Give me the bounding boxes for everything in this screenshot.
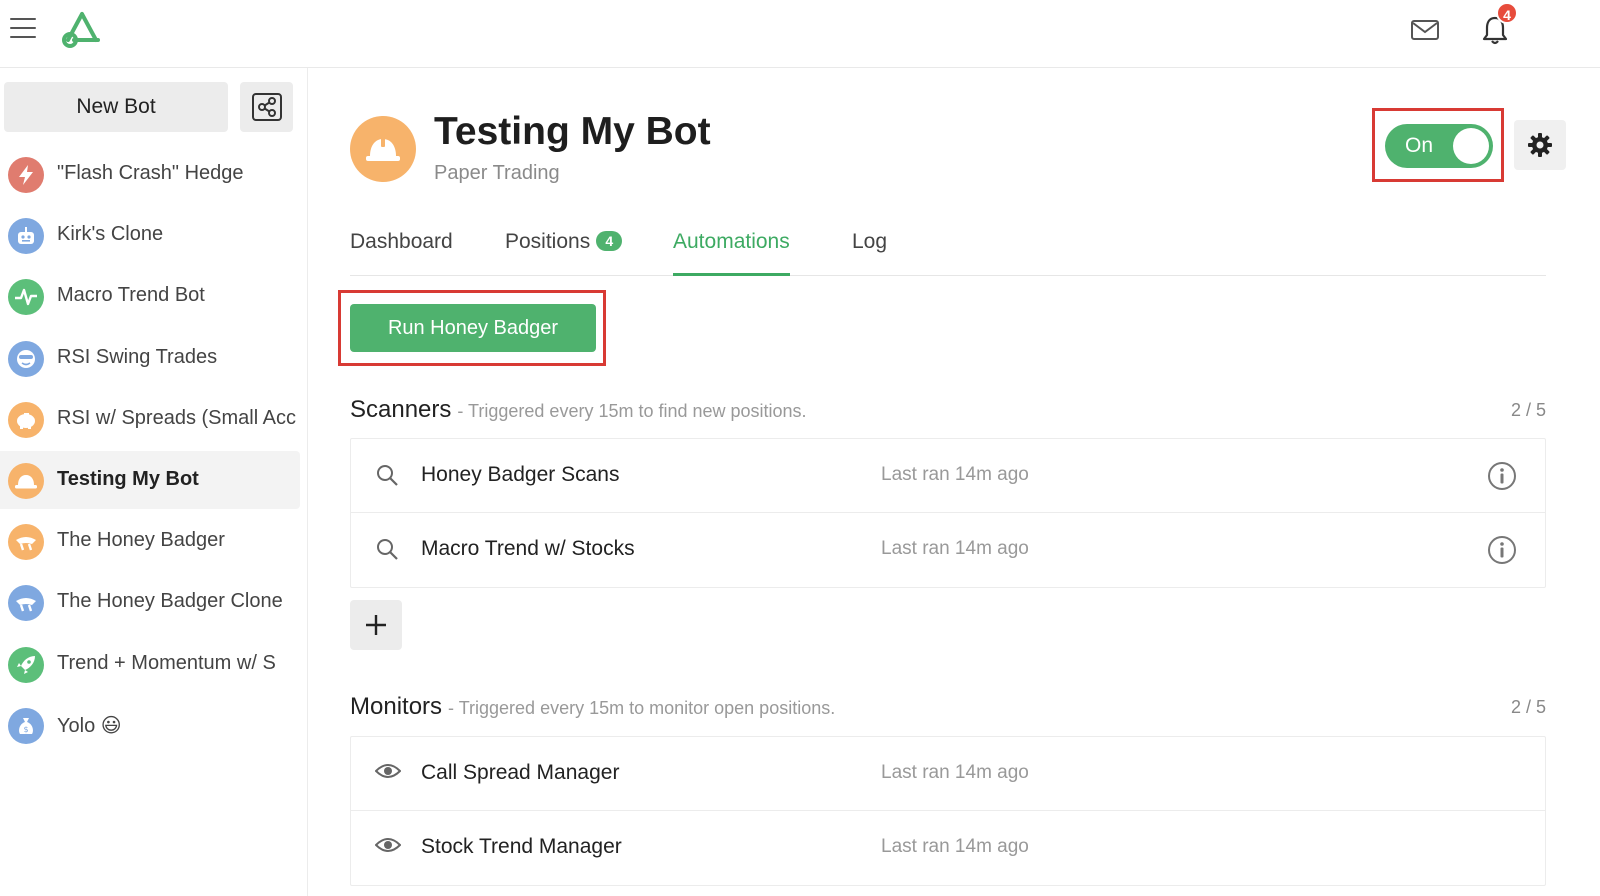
badger-icon: [8, 585, 44, 622]
scanner-row[interactable]: Macro Trend w/ Stocks Last ran 14m ago: [351, 513, 1545, 587]
settings-button[interactable]: [1514, 120, 1566, 170]
monitor-list: Call Spread Manager Last ran 14m ago Stock…: [350, 736, 1546, 886]
sidebar-item-bot[interactable]: $ Yolo 😃: [0, 696, 300, 754]
tab-automations[interactable]: Automations: [673, 230, 790, 276]
top-bar: 4: [0, 0, 1600, 68]
sidebar-item-bot[interactable]: Testing My Bot: [0, 451, 300, 509]
tab-bar: Dashboard Positions 4 Automations Log: [350, 218, 1546, 276]
sidebar-item-label: Trend + Momentum w/ S: [57, 651, 276, 674]
last-ran-time: Last ran 14m ago: [881, 836, 1029, 857]
hardhat-icon: [8, 463, 44, 499]
scanners-title: Scanners: [350, 396, 452, 423]
info-icon[interactable]: [1487, 461, 1517, 491]
search-icon: [375, 537, 399, 561]
bot-on-toggle[interactable]: On: [1385, 124, 1493, 168]
toggle-label: On: [1405, 134, 1434, 157]
monitors-title: Monitors: [350, 693, 443, 720]
piggybank-icon: [8, 401, 44, 438]
main-content: Testing My Bot Paper Trading On Dashboar…: [308, 68, 1600, 896]
last-ran-time: Last ran 14m ago: [881, 762, 1029, 783]
notification-badge: 4: [1496, 2, 1518, 24]
sidebar-item-label: Yolo 😃: [57, 714, 122, 737]
monitors-description: - Triggered every 15m to monitor open po…: [448, 698, 836, 718]
scanners-heading: Scanners - Triggered every 15m to find ne…: [350, 396, 807, 424]
sidebar-item-bot[interactable]: "Flash Crash" Hedge: [0, 145, 300, 203]
sidebar-item-bot[interactable]: Trend + Momentum w/ S: [0, 635, 300, 693]
last-ran-time: Last ran 14m ago: [881, 538, 1029, 559]
hardhat-icon: [350, 116, 416, 182]
sidebar-item-label: Macro Trend Bot: [57, 284, 205, 307]
eye-icon: [374, 835, 402, 859]
badger-icon: [8, 524, 44, 561]
positions-count-badge: 4: [596, 231, 623, 251]
scanner-row[interactable]: Honey Badger Scans Last ran 14m ago: [351, 439, 1545, 513]
sidebar-item-bot[interactable]: RSI w/ Spreads (Small Acc: [0, 390, 300, 448]
monitor-row[interactable]: Stock Trend Manager Last ran 14m ago: [351, 811, 1545, 885]
last-ran-time: Last ran 14m ago: [881, 464, 1029, 485]
monitors-heading: Monitors - Triggered every 15m to monitor…: [350, 693, 835, 721]
sidebar-item-label: "Flash Crash" Hedge: [57, 162, 244, 184]
bot-subtitle: Paper Trading: [434, 162, 560, 184]
sidebar-item-bot[interactable]: Macro Trend Bot: [0, 267, 300, 325]
monitor-row[interactable]: Call Spread Manager Last ran 14m ago: [351, 737, 1545, 811]
sidebar-item-bot[interactable]: RSI Swing Trades: [0, 329, 300, 387]
sidebar-item-label: The Honey Badger Clone: [57, 590, 283, 613]
add-scanner-button[interactable]: [350, 600, 402, 650]
scanner-list: Honey Badger Scans Last ran 14m ago Macro …: [350, 438, 1546, 588]
sidebar-item-label: Kirk's Clone: [57, 223, 164, 246]
row-name: Stock Trend Manager: [421, 835, 622, 858]
search-icon: [375, 463, 399, 487]
bot-title: Testing My Bot: [434, 110, 711, 153]
hamburger-icon[interactable]: [10, 18, 36, 40]
monitors-count: 2 / 5: [1510, 697, 1546, 717]
eye-icon: [374, 761, 402, 785]
rocket-icon: [8, 646, 44, 683]
sidebar-item-label: RSI w/ Spreads (Small Acc: [57, 406, 296, 429]
sidebar: New Bot "Flash Crash" Hedge Kirk's Clone M…: [0, 68, 308, 896]
gear-icon: [1528, 133, 1552, 157]
run-honey-badger-button[interactable]: Run Honey Badger: [350, 304, 596, 352]
toggle-highlight: On: [1372, 108, 1504, 182]
sidebar-item-label: The Honey Badger: [57, 529, 225, 552]
scanners-description: - Triggered every 15m to find new positi…: [457, 401, 807, 421]
sidebar-item-bot[interactable]: The Honey Badger Clone: [0, 573, 300, 631]
row-name: Macro Trend w/ Stocks: [421, 537, 635, 560]
tab-dashboard[interactable]: Dashboard: [350, 230, 453, 276]
new-bot-button[interactable]: New Bot: [4, 82, 228, 132]
row-name: Call Spread Manager: [421, 761, 620, 784]
sidebar-item-label: Testing My Bot: [57, 468, 199, 490]
share-button[interactable]: [240, 82, 293, 132]
tab-positions[interactable]: Positions 4: [505, 230, 623, 276]
lightning-icon: [8, 157, 44, 193]
mail-icon[interactable]: [1410, 18, 1440, 42]
face-icon: [8, 340, 44, 377]
sidebar-item-bot[interactable]: The Honey Badger: [0, 512, 300, 570]
toggle-knob: [1453, 128, 1489, 164]
scanners-count: 2 / 5: [1510, 400, 1546, 420]
app-logo[interactable]: [60, 10, 104, 50]
tab-log[interactable]: Log: [852, 230, 887, 276]
svg-text:$: $: [23, 725, 28, 734]
sidebar-item-bot[interactable]: Kirk's Clone: [0, 206, 300, 264]
moneybag-icon: $: [8, 707, 44, 744]
pulse-icon: [8, 279, 44, 316]
share-icon: [252, 93, 282, 121]
plus-icon: [366, 615, 386, 635]
robot-icon: [8, 218, 44, 255]
row-name: Honey Badger Scans: [421, 463, 620, 486]
info-icon[interactable]: [1487, 535, 1517, 565]
run-button-highlight: Run Honey Badger: [338, 290, 606, 366]
sidebar-item-label: RSI Swing Trades: [57, 345, 218, 368]
